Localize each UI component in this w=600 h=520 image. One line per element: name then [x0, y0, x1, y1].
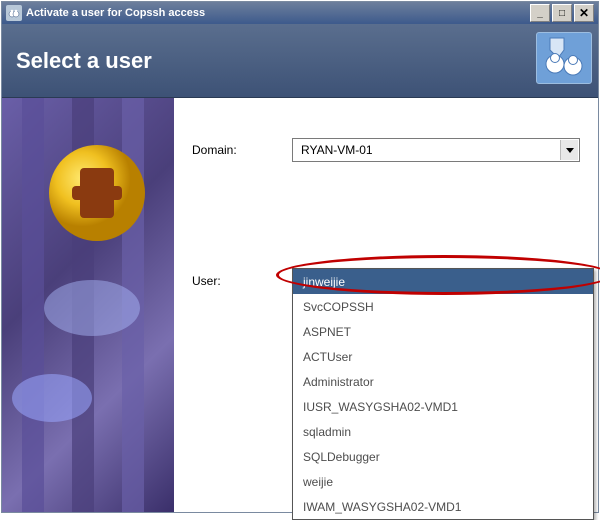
user-option-sqldebugger[interactable]: SQLDebugger: [293, 444, 593, 469]
user-dropdown-list[interactable]: jinweijie SvcCOPSSH ASPNET ACTUser Admin…: [292, 268, 594, 520]
window-title: Activate a user for Copssh access: [26, 7, 530, 19]
user-option-iwam[interactable]: IWAM_WASYGSHA02-VMD1: [293, 494, 593, 519]
domain-row: Domain: RYAN-VM-01: [192, 138, 580, 162]
user-option-aspnet[interactable]: ASPNET: [293, 319, 593, 344]
domain-select[interactable]: RYAN-VM-01: [292, 138, 580, 162]
wizard-sidebar-image: [2, 98, 174, 512]
dialog-header: Select a user: [2, 24, 598, 98]
domain-label: Domain:: [192, 143, 292, 157]
chevron-down-icon[interactable]: [560, 140, 578, 160]
page-title: Select a user: [16, 48, 152, 74]
user-label: User:: [192, 268, 292, 288]
maximize-button[interactable]: □: [552, 4, 572, 22]
domain-value: RYAN-VM-01: [301, 143, 373, 157]
form-area: Domain: RYAN-VM-01 User: jinweijie SvcCO…: [174, 98, 598, 512]
app-icon: [6, 5, 22, 21]
user-option-jinweijie[interactable]: jinweijie: [293, 269, 593, 294]
users-icon: [536, 32, 592, 84]
content-area: Domain: RYAN-VM-01 User: jinweijie SvcCO…: [2, 98, 598, 512]
minimize-button[interactable]: _: [530, 4, 550, 22]
user-option-administrator[interactable]: Administrator: [293, 369, 593, 394]
window-frame: Activate a user for Copssh access _ □ ✕ …: [1, 1, 599, 513]
user-option-actuser[interactable]: ACTUser: [293, 344, 593, 369]
user-option-weijie[interactable]: weijie: [293, 469, 593, 494]
titlebar[interactable]: Activate a user for Copssh access _ □ ✕: [2, 2, 598, 24]
user-option-svccopssh[interactable]: SvcCOPSSH: [293, 294, 593, 319]
close-button[interactable]: ✕: [574, 4, 594, 22]
window-controls: _ □ ✕: [530, 4, 594, 22]
user-option-iusr[interactable]: IUSR_WASYGSHA02-VMD1: [293, 394, 593, 419]
user-option-sqladmin[interactable]: sqladmin: [293, 419, 593, 444]
